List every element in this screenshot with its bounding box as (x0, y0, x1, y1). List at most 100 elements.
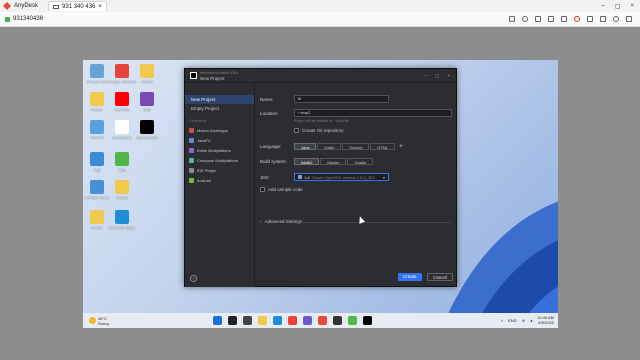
build-option-gradle[interactable]: Gradle (347, 158, 374, 165)
clock[interactable]: 12:40 AM 6/5/2022 (537, 315, 554, 325)
desktop-icon[interactable]: App (135, 92, 159, 112)
anydesk-app-name: AnyDesk (14, 3, 39, 9)
settings-icon[interactable] (600, 16, 606, 22)
desktop-icon[interactable]: Folder (110, 180, 134, 200)
terminal-icon[interactable] (333, 316, 342, 325)
generator-label: Compose Multiplatform (197, 157, 239, 163)
language-option-html[interactable]: HTML (370, 143, 396, 150)
sidebar-item-empty-project[interactable]: Empty Project (185, 104, 254, 113)
name-input[interactable]: fe (294, 95, 389, 103)
desktop-icon[interactable]: Folder (135, 64, 159, 84)
sidebar-item-new-project[interactable]: New Project (185, 95, 254, 104)
session-tab[interactable]: 931 340 436 × (48, 1, 107, 11)
maximize-icon[interactable]: ▢ (615, 3, 621, 10)
language-row: Language: Java Kotlin Groovy HTML + (260, 143, 403, 150)
volume-icon[interactable]: ◂ (530, 318, 532, 323)
help-icon[interactable]: ? (190, 275, 197, 282)
desktop-icon-glyph (90, 92, 104, 106)
git-checkbox[interactable] (294, 128, 299, 133)
desktop-icon[interactable]: Folder (85, 210, 109, 230)
build-option-intellij[interactable]: IntelliJ (294, 158, 320, 165)
build-option-maven[interactable]: Maven (320, 158, 347, 165)
intellij-taskbar-icon[interactable] (363, 316, 372, 325)
cancel-button[interactable]: Cancel (427, 273, 454, 281)
dialog-maximize-icon[interactable]: ▢ (435, 73, 439, 79)
desktop-icon[interactable]: IntelliJ IDEA (135, 120, 159, 140)
wifi-icon[interactable]: ≋ (522, 318, 525, 323)
dialog-close-icon[interactable]: × (447, 73, 450, 79)
name-label: Name: (260, 96, 274, 102)
desktop-icon[interactable]: App (110, 152, 134, 172)
desktop-icon-glyph (90, 152, 104, 166)
language-option-java[interactable]: Java (294, 143, 317, 150)
language-indicator[interactable]: ENG (508, 318, 517, 323)
location-hint-row: Project will be created in: ~\eop2\fe (294, 119, 349, 123)
desktop-icon-glyph (115, 92, 129, 106)
jdk-select[interactable]: 1.8 Oracle OpenJDK version 1.8.0_352 ▾ (294, 173, 389, 181)
sidebar-item-generator[interactable]: JavaFX (185, 135, 254, 145)
desktop-icon[interactable]: Document (110, 120, 134, 140)
project-type-sidebar: New Project Empty Project Generators Mav… (185, 83, 255, 287)
desktop-icon[interactable]: Recycle Bin (85, 64, 109, 84)
menu-icon[interactable] (626, 16, 632, 22)
jdk-label: JDK: (260, 174, 270, 180)
minimize-icon[interactable]: – (601, 3, 604, 10)
sample-code-checkbox[interactable] (260, 187, 265, 192)
location-input[interactable]: ~\eop2 (294, 109, 452, 117)
language-option-groovy[interactable]: Groovy (342, 143, 370, 150)
generator-label: Android (197, 177, 211, 183)
chevron-down-icon: ▾ (382, 174, 385, 180)
task-view-icon[interactable] (243, 316, 252, 325)
chrome-icon[interactable] (288, 316, 297, 325)
git-label: Create Git repository (302, 128, 344, 133)
desktop-icon[interactable]: Google Chrome (108, 64, 136, 84)
sun-icon (89, 317, 96, 324)
desktop-icon-label: Folder (91, 107, 103, 112)
desktop-icon[interactable]: Folder (85, 92, 109, 112)
screenshot-icon[interactable] (587, 16, 593, 22)
desktop-icon-label: This PC (89, 135, 105, 140)
chat-icon[interactable] (522, 16, 528, 22)
desktop-icon[interactable]: YouTube (110, 92, 134, 112)
record-icon[interactable] (574, 16, 580, 22)
close-tab-icon[interactable]: × (98, 4, 102, 10)
anydesk-taskbar-icon[interactable] (318, 316, 327, 325)
tray-chevron-icon[interactable]: ˄ (501, 318, 503, 323)
file-transfer-icon[interactable] (561, 16, 567, 22)
close-icon[interactable]: × (630, 3, 634, 10)
desktop-icon-glyph (115, 210, 129, 224)
edge-icon[interactable] (273, 316, 282, 325)
sidebar-item-generator[interactable]: IDE Plugin (185, 165, 254, 175)
git-row: Create Git repository (294, 128, 344, 133)
advanced-settings-toggle[interactable]: › Advanced Settings (260, 219, 302, 224)
generator-label: JavaFX (197, 137, 211, 143)
desktop-icon[interactable]: Control Panel (85, 180, 109, 200)
desktop-icon[interactable]: This PC (85, 120, 109, 140)
desktop-icon[interactable]: App (85, 152, 109, 172)
store-icon[interactable] (303, 316, 312, 325)
sidebar-item-generator[interactable]: Maven Archetype (185, 125, 254, 135)
desktop-icon-label: App (143, 107, 151, 112)
monitor-tool-icon[interactable] (509, 16, 515, 22)
desktop-icon[interactable]: Microsoft Edge (109, 210, 135, 230)
file-explorer-icon[interactable] (258, 316, 267, 325)
session-id: 931340436 (13, 16, 44, 22)
app-icon[interactable] (348, 316, 357, 325)
weather-widget[interactable]: 36°C Sunny (89, 316, 149, 326)
sidebar-item-generator[interactable]: Compose Multiplatform (185, 155, 254, 165)
create-button[interactable]: Create (398, 273, 422, 281)
actions-icon[interactable] (548, 16, 554, 22)
system-tray: ˄ ENG ≋ ◂ 12:40 AM 6/5/2022 (501, 315, 554, 325)
sidebar-item-generator[interactable]: Kotlin Multiplatform (185, 145, 254, 155)
add-language-icon[interactable]: + (399, 144, 403, 150)
generator-icon (189, 147, 194, 153)
sidebar-item-generator[interactable]: Android (185, 175, 254, 185)
language-option-kotlin[interactable]: Kotlin (317, 143, 342, 150)
start-icon[interactable] (213, 316, 222, 325)
search-icon[interactable] (228, 316, 237, 325)
dialog-titlebar[interactable]: Welcome to IntelliJ IDEA New Project – ▢… (185, 69, 456, 83)
permissions-icon[interactable] (535, 16, 541, 22)
dialog-minimize-icon[interactable]: – (425, 73, 428, 79)
sample-row: Add sample code (260, 187, 303, 192)
star-icon[interactable] (613, 16, 619, 22)
